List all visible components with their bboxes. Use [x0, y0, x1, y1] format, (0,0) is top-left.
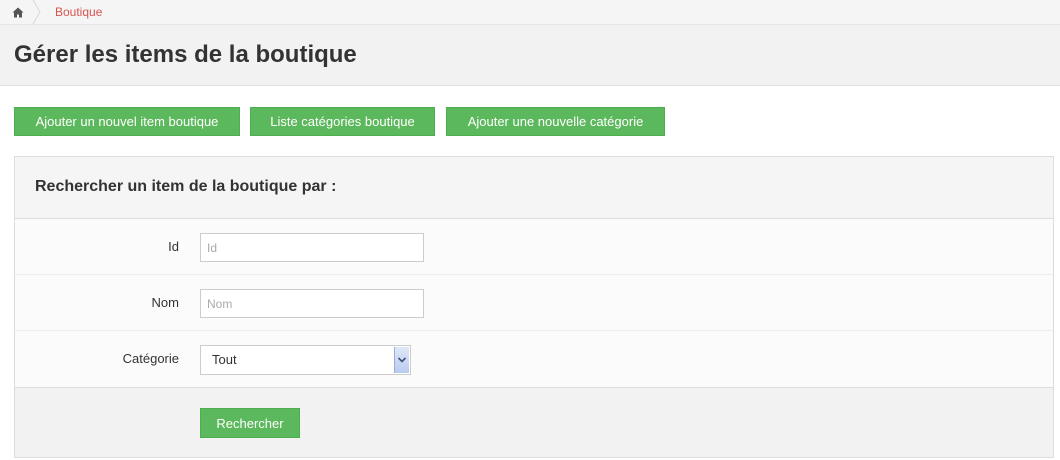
breadcrumb: Boutique — [0, 0, 1060, 25]
category-select[interactable]: Tout — [200, 345, 411, 375]
name-label: Nom — [151, 295, 179, 310]
category-selected-value: Tout — [212, 352, 237, 367]
form-row-id: Id — [15, 219, 1053, 275]
chevron-down-icon — [398, 357, 406, 363]
id-label: Id — [168, 239, 179, 254]
breadcrumb-home[interactable] — [0, 0, 36, 24]
search-panel: Rechercher un item de la boutique par : … — [14, 156, 1054, 458]
add-category-button[interactable]: Ajouter une nouvelle catégorie — [446, 107, 665, 136]
search-panel-title: Rechercher un item de la boutique par : — [35, 178, 337, 195]
search-panel-footer: Rechercher — [15, 387, 1053, 457]
category-select-toggle[interactable] — [394, 347, 409, 373]
name-input[interactable] — [200, 289, 424, 318]
page-title: Gérer les items de la boutique — [14, 41, 357, 68]
breadcrumb-item-boutique[interactable]: Boutique — [55, 0, 102, 24]
page-header: Gérer les items de la boutique — [0, 25, 1060, 86]
category-label: Catégorie — [122, 351, 179, 366]
home-icon — [12, 7, 24, 17]
id-input[interactable] — [200, 233, 424, 262]
search-panel-heading: Rechercher un item de la boutique par : — [15, 157, 1053, 219]
form-row-category: Catégorie Tout — [15, 331, 1053, 387]
breadcrumb-separator — [32, 0, 41, 24]
add-item-button[interactable]: Ajouter un nouvel item boutique — [14, 107, 240, 136]
list-categories-button[interactable]: Liste catégories boutique — [250, 107, 435, 136]
form-row-name: Nom — [15, 275, 1053, 331]
search-button[interactable]: Rechercher — [200, 408, 300, 438]
